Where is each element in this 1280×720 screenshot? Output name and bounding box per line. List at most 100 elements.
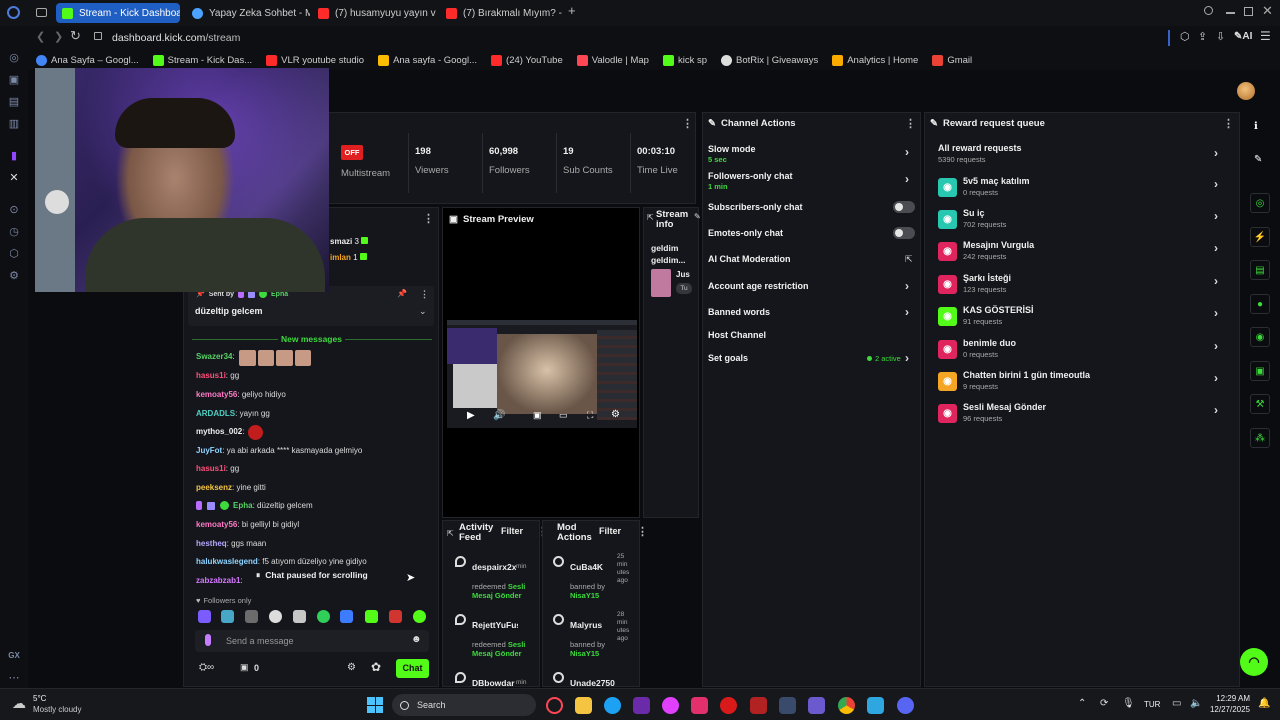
edit-layout-icon[interactable]: ✎	[1254, 154, 1262, 165]
bookmark[interactable]: kick sp	[662, 54, 707, 66]
extensions-icon[interactable]: ⬡	[1180, 30, 1190, 43]
gift-icon[interactable]: ▣	[240, 662, 249, 673]
reward-name[interactable]: Chatten birini 1 gün timeoutla	[963, 370, 1090, 380]
chevron-right-icon[interactable]: ›	[1214, 177, 1218, 191]
support-chat-button[interactable]: ◠	[1240, 648, 1268, 676]
external-link-icon[interactable]: ⇱	[905, 254, 913, 265]
chat-message[interactable]: JuyFot: ya abi arkada **** kasmayada gel…	[196, 446, 362, 455]
document-icon[interactable]: ▤	[1250, 260, 1270, 280]
chevron-right-icon[interactable]: ›	[1214, 403, 1218, 417]
activity-user[interactable]: despairx2x	[472, 562, 516, 572]
minimize-icon[interactable]	[1226, 12, 1235, 14]
emoji-icon[interactable]: ☻	[411, 634, 422, 645]
camera-icon[interactable]: ◎	[1250, 193, 1270, 213]
notifications-icon[interactable]: 🔔	[1258, 698, 1270, 709]
extensions-sidebar-icon[interactable]: ⬡	[8, 248, 20, 260]
reward-name[interactable]: 5v5 maç katılım	[963, 176, 1030, 186]
sync-icon[interactable]: ⟳	[1100, 698, 1108, 709]
play-icon[interactable]: ▶	[467, 410, 475, 421]
channel-action-label[interactable]: Slow mode	[708, 144, 756, 154]
bookmark[interactable]: Valodle | Map	[576, 54, 649, 66]
chat-username[interactable]: hasus1i	[196, 371, 226, 380]
video-player[interactable]: ▶ 🔊 ▣ ▭ ⛶ ⚙	[447, 320, 637, 428]
expand-icon[interactable]: ⇱	[447, 529, 454, 538]
taskbar-search[interactable]: Search	[392, 694, 536, 716]
chat-message[interactable]: hasus1i: gg	[196, 371, 239, 380]
ai-button[interactable]: ✎AI	[1234, 31, 1252, 42]
discord-icon[interactable]	[897, 697, 914, 714]
activity-filter-button[interactable]: Filter	[501, 526, 523, 536]
activity-user[interactable]: DBbowdar	[472, 678, 515, 688]
chrome-icon[interactable]	[838, 697, 855, 714]
chat-message[interactable]: hestheq: ggs maan	[196, 539, 266, 548]
vk-icon[interactable]: ▥	[8, 118, 20, 130]
activity-user[interactable]: RejettYuFus12	[472, 620, 518, 630]
chat-username[interactable]: Epha	[233, 501, 253, 510]
chat-message[interactable]: zabzabzab1:	[196, 576, 243, 585]
chat-message[interactable]: hasus1i: gg	[196, 464, 239, 473]
chat-message[interactable]: mythos_002:	[196, 427, 244, 436]
network-icon[interactable]: ▭	[1172, 698, 1181, 709]
bookmark[interactable]: Analytics | Home	[832, 54, 918, 66]
video-settings-icon[interactable]: ⚙	[611, 409, 620, 420]
chevron-right-icon[interactable]: ›	[1214, 306, 1218, 320]
edge-icon[interactable]	[604, 697, 621, 714]
chat-message[interactable]: ARDADLS: yayın gg	[196, 409, 270, 418]
gx-icon[interactable]: GX	[8, 650, 20, 662]
emote-menu-icon[interactable]: ✿	[371, 660, 381, 674]
tab-yapay-zeka[interactable]: Yapay Zeka Sohbet - Miss	[186, 3, 310, 23]
mod-by[interactable]: NisaY15	[570, 591, 599, 600]
emote-icon[interactable]	[413, 610, 426, 623]
channel-action-label[interactable]: Banned words	[708, 307, 770, 317]
messenger-icon[interactable]: ▤	[8, 96, 20, 108]
emote-icon[interactable]	[340, 610, 353, 623]
chat-username[interactable]: halukwaslegend	[196, 557, 258, 566]
chat-message[interactable]: peeksenz: yine gitti	[196, 483, 266, 492]
volume-icon[interactable]: 🔊	[493, 410, 505, 421]
bookmark[interactable]: Ana Sayfa – Googl...	[36, 54, 139, 66]
pinned-menu-icon[interactable]: ⋮	[420, 289, 429, 300]
chevron-right-icon[interactable]: ›	[905, 145, 909, 159]
multistream-label[interactable]: Multistream	[341, 168, 390, 179]
chevron-right-icon[interactable]: ›	[1214, 339, 1218, 353]
chat-username[interactable]: JuyFot	[196, 446, 222, 455]
new-tab-button[interactable]: +	[568, 4, 580, 17]
channel-action-label[interactable]: Subscribers-only chat	[708, 202, 803, 212]
chat-username[interactable]: ARDADLS	[196, 409, 235, 418]
bookmark[interactable]: (24) YouTube	[491, 54, 563, 66]
chat-username[interactable]: zabzabzab1	[196, 576, 240, 585]
profile-avatar[interactable]	[1237, 82, 1255, 100]
emote-icon[interactable]	[317, 610, 330, 623]
player-icon[interactable]: ⊙	[8, 204, 20, 216]
reward-name[interactable]: Şarkı İsteği	[963, 273, 1011, 283]
app-icon[interactable]	[750, 697, 767, 714]
tag-chip[interactable]: Tu	[676, 283, 692, 294]
app-icon[interactable]	[867, 697, 884, 714]
channel-action-label[interactable]: Set goals	[708, 353, 748, 363]
chat-username[interactable]: kemoaty56	[196, 520, 237, 529]
channel-action-label[interactable]: Host Channel	[708, 330, 766, 340]
share-icon[interactable]: ⇪	[1198, 30, 1207, 43]
chevron-right-icon[interactable]: ›	[905, 351, 909, 365]
broadcast-icon[interactable]: ◉	[1250, 327, 1270, 347]
emote-icon[interactable]	[293, 610, 306, 623]
chat-menu-icon[interactable]: ⋮	[423, 212, 434, 225]
maximize-icon[interactable]	[1244, 7, 1253, 16]
chat-username[interactable]: hasus1i	[196, 464, 226, 473]
edit-icon[interactable]: ✎	[694, 212, 701, 221]
forward-icon[interactable]: ❯	[54, 30, 63, 43]
stats-menu-icon[interactable]: ⋮	[682, 117, 693, 130]
pip-icon[interactable]: ▣	[533, 410, 542, 421]
instagram-icon[interactable]	[691, 697, 708, 714]
chat-bubble-icon[interactable]: ●	[1250, 294, 1270, 314]
unpin-icon[interactable]: 📌	[397, 289, 407, 298]
x-icon[interactable]: ✕	[8, 172, 20, 184]
search-tabs-icon[interactable]	[1204, 6, 1213, 15]
nodes-icon[interactable]: ⁂	[1250, 428, 1270, 448]
chevron-down-icon[interactable]: ⌄	[419, 306, 427, 317]
close-icon[interactable]: ✕	[1262, 3, 1273, 19]
history-icon[interactable]: ◷	[8, 226, 20, 238]
chevron-right-icon[interactable]: ›	[1214, 371, 1218, 385]
teams-icon[interactable]	[808, 697, 825, 714]
mod-target-user[interactable]: CuBa4K	[570, 562, 603, 572]
